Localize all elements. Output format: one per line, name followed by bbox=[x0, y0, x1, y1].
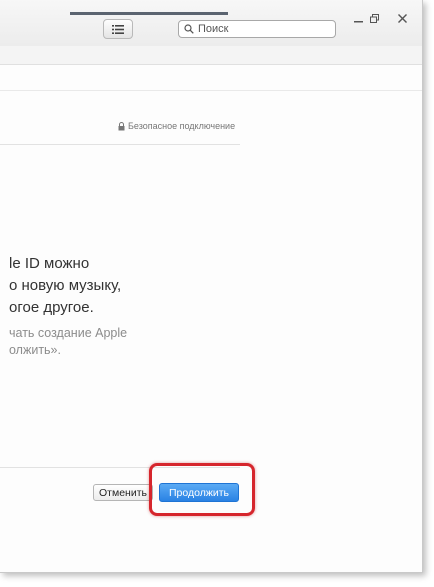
description-line: огое другое. bbox=[9, 299, 94, 316]
minimize-button[interactable] bbox=[351, 12, 365, 24]
restore-icon bbox=[369, 13, 379, 23]
search-icon bbox=[184, 24, 194, 34]
description-line: le ID можно bbox=[9, 255, 90, 272]
description-line: о новую музыку, bbox=[9, 277, 122, 294]
search-input[interactable] bbox=[198, 23, 318, 35]
search-field[interactable] bbox=[178, 20, 336, 38]
minimize-icon bbox=[353, 20, 363, 22]
continue-button[interactable]: Продолжить bbox=[159, 483, 239, 502]
top-divider bbox=[0, 144, 240, 145]
apple-id-description: le ID можно о новую музыку, огое другое. bbox=[9, 253, 249, 319]
instruction-line: олжить». bbox=[9, 343, 61, 357]
list-view-button[interactable] bbox=[103, 19, 133, 39]
list-icon bbox=[112, 24, 124, 34]
instruction-line: чать создание Apple bbox=[9, 326, 128, 340]
close-button[interactable] bbox=[395, 12, 409, 24]
header-divider bbox=[0, 90, 422, 91]
status-progress-line bbox=[70, 12, 228, 15]
close-icon bbox=[397, 13, 407, 23]
instruction-text: чать создание Apple олжить». bbox=[9, 325, 249, 359]
secure-connection-label: Безопасное подключение bbox=[128, 121, 236, 131]
cancel-button[interactable]: Отменить bbox=[93, 484, 153, 501]
lock-icon bbox=[118, 121, 125, 130]
restore-button[interactable] bbox=[367, 12, 381, 24]
title-bar bbox=[0, 0, 422, 47]
secondary-toolbar bbox=[0, 46, 422, 65]
secure-connection-indicator: Безопасное подключение bbox=[118, 121, 235, 131]
